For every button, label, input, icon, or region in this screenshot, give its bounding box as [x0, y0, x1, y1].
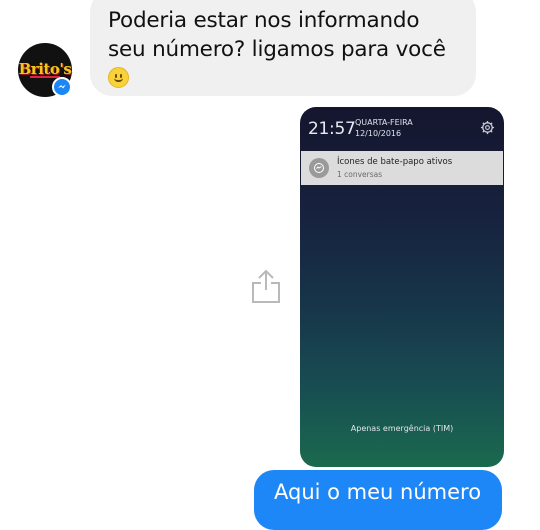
sender-avatar[interactable]: Brito's: [18, 43, 72, 97]
notification-title: Ícones de bate-papo ativos: [337, 157, 453, 167]
incoming-message-line-2: seu número? ligamos para você: [108, 37, 446, 62]
lock-screen-date: 12/10/2016: [355, 129, 402, 138]
shared-screenshot-image[interactable]: 21:57 QUARTA-FEIRA 12/10/2016 Ícones de …: [300, 107, 504, 467]
messenger-badge-icon: [52, 77, 72, 97]
lock-screen-weekday: QUARTA-FEIRA: [355, 118, 413, 127]
incoming-message-bubble[interactable]: Poderia estar nos informando seu número?…: [90, 0, 476, 96]
gear-icon: [480, 120, 495, 135]
emergency-calls-label: Apenas emergência (TIM): [350, 424, 454, 433]
incoming-message-line-1: Poderia estar nos informando: [108, 8, 420, 33]
outgoing-message-text: Aqui o meu número: [274, 480, 482, 504]
outgoing-message-bubble[interactable]: Aqui o meu número: [254, 470, 502, 530]
lock-screen-time: 21:57: [308, 119, 356, 139]
chat-bubble-icon: [309, 158, 329, 178]
smiling-face-emoji-icon: [108, 67, 129, 88]
lock-screen-notification: Ícones de bate-papo ativos 1 conversas: [301, 151, 503, 185]
notification-subtitle: 1 conversas: [337, 170, 383, 179]
share-icon[interactable]: [250, 268, 282, 304]
